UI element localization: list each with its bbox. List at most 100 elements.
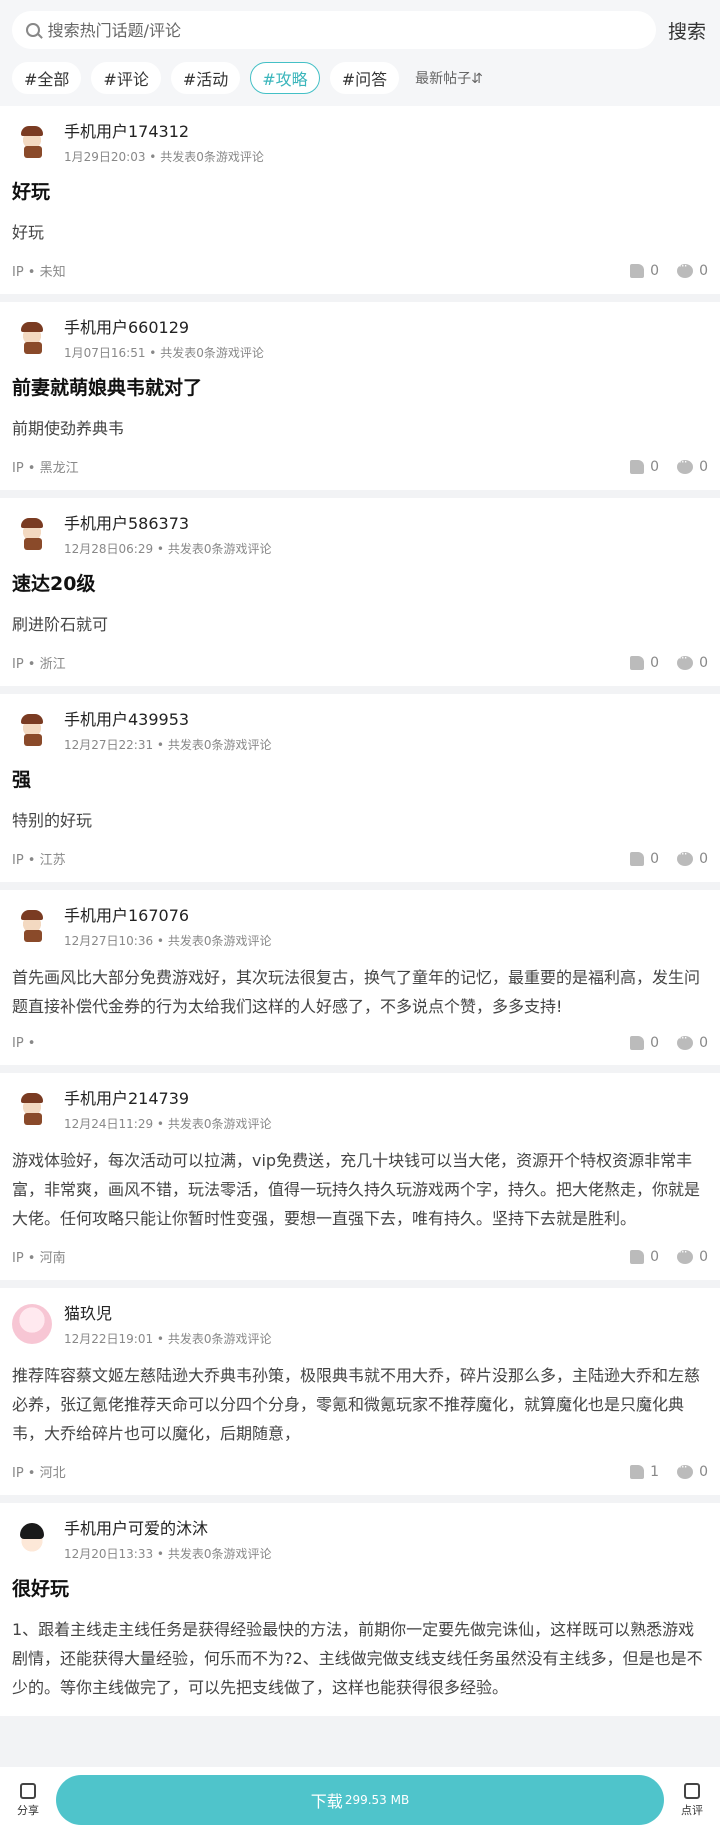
- post-card[interactable]: 猫玖児 12月22日19:01 • 共发表0条游戏评论推荐阵容蔡文姬左慈陆逊大乔典…: [0, 1288, 720, 1495]
- avatar[interactable]: [12, 710, 52, 750]
- bottom-bar: 分享 下载 299.53 MB 点评: [0, 1767, 720, 1833]
- search-input[interactable]: [45, 19, 642, 41]
- like-button[interactable]: 0: [630, 459, 659, 475]
- comment-count: 0: [699, 1035, 708, 1051]
- ip-location: IP • 河南: [12, 1251, 66, 1266]
- comment-button[interactable]: 0: [677, 847, 708, 867]
- post-title: 速达20级: [12, 573, 96, 595]
- search-button[interactable]: 搜索: [668, 17, 706, 44]
- post-body: 首先画风比大部分免费游戏好，其次玩法很复古，换气了童年的记忆，最重要的是福利高，…: [12, 968, 701, 1016]
- user-name[interactable]: 手机用户167076: [64, 902, 271, 926]
- comment-count: 0: [699, 458, 708, 475]
- comment-button[interactable]: 0: [677, 651, 708, 671]
- thumbs-up-icon: [630, 655, 645, 670]
- filter-chip[interactable]: #全部: [12, 62, 82, 94]
- post-footer: IP • 0 0: [12, 1031, 708, 1051]
- user-name[interactable]: 手机用户586373: [64, 510, 271, 534]
- post-footer: IP • 江苏 0 0: [12, 847, 708, 869]
- filter-chip[interactable]: #活动: [170, 62, 241, 94]
- post-meta: 12月20日13:33 • 共发表0条游戏评论: [64, 1547, 272, 1561]
- comment-count: 0: [699, 1463, 708, 1480]
- user-name[interactable]: 手机用户660129: [64, 314, 264, 338]
- comment-icon: [677, 1460, 694, 1479]
- filter-chip[interactable]: #攻略: [250, 62, 320, 94]
- user-name[interactable]: 手机用户439953: [64, 706, 271, 730]
- post-footer: IP • 未知 0 0: [12, 259, 708, 281]
- avatar[interactable]: [12, 906, 52, 946]
- avatar[interactable]: [12, 122, 52, 162]
- avatar[interactable]: [12, 1519, 52, 1559]
- like-count: 0: [650, 458, 660, 475]
- like-button[interactable]: 0: [630, 1035, 659, 1051]
- post-title: 强: [12, 769, 32, 791]
- post-footer: IP • 河北 1 0: [12, 1460, 708, 1482]
- comment-button[interactable]: 0: [677, 259, 708, 279]
- like-button[interactable]: 0: [630, 655, 659, 671]
- user-info: 手机用户660129 1月07日16:51 • 共发表0条游戏评论: [64, 314, 264, 361]
- download-button[interactable]: 下载 299.53 MB: [56, 1775, 664, 1825]
- comment-button[interactable]: 0: [677, 1031, 708, 1051]
- like-count: 0: [650, 262, 660, 279]
- post-header: 手机用户174312 1月29日20:03 • 共发表0条游戏评论: [12, 118, 708, 165]
- post-card[interactable]: 手机用户可爱的沐沐 12月20日13:33 • 共发表0条游戏评论 很好玩 1、跟着主…: [0, 1503, 720, 1716]
- avatar[interactable]: [12, 318, 52, 358]
- post-header: 手机用户439953 12月27日22:31 • 共发表0条游戏评论: [12, 706, 708, 753]
- comment-count: 0: [699, 850, 708, 867]
- user-info: 手机用户439953 12月27日22:31 • 共发表0条游戏评论: [64, 706, 271, 753]
- search-row: 搜索: [12, 10, 708, 50]
- ip-location: IP • 黑龙江: [12, 461, 79, 476]
- comment-button[interactable]: 0: [677, 1245, 708, 1265]
- post-body: 刷进阶石就可: [12, 615, 109, 634]
- post-body: 好玩: [12, 223, 45, 242]
- user-name[interactable]: 手机用户214739: [64, 1085, 271, 1109]
- ip-location: IP • 河北: [12, 1466, 66, 1481]
- user-info: 手机用户586373 12月28日06:29 • 共发表0条游戏评论: [64, 510, 271, 557]
- user-name[interactable]: 猫玖児: [64, 1300, 271, 1324]
- like-button[interactable]: 0: [630, 1249, 659, 1265]
- post-card[interactable]: 手机用户439953 12月27日22:31 • 共发表0条游戏评论强特别的好玩 I…: [0, 694, 720, 882]
- avatar[interactable]: [12, 1304, 52, 1344]
- top-bar: 搜索 #全部 #评论 #活动 #攻略 #问答最新帖子⇵: [0, 0, 720, 106]
- like-button[interactable]: 0: [630, 851, 659, 867]
- post-header: 猫玖児 12月22日19:01 • 共发表0条游戏评论: [12, 1300, 708, 1347]
- like-count: 0: [650, 850, 660, 867]
- search-box[interactable]: [12, 11, 656, 49]
- user-name[interactable]: 手机用户174312: [64, 118, 264, 142]
- post-meta: 12月24日11:29 • 共发表0条游戏评论: [64, 1117, 272, 1131]
- post-card[interactable]: 手机用户660129 1月07日16:51 • 共发表0条游戏评论 前妻就萌娘典韦就…: [0, 302, 720, 490]
- avatar[interactable]: [12, 514, 52, 554]
- review-button[interactable]: 点评: [672, 1782, 712, 1818]
- post-header: 手机用户167076 12月27日10:36 • 共发表0条游戏评论: [12, 902, 708, 949]
- comment-icon: [677, 651, 694, 670]
- post-card[interactable]: 手机用户174312 1月29日20:03 • 共发表0条游戏评论 好玩 好玩 IP •…: [0, 106, 720, 294]
- like-button[interactable]: 0: [630, 263, 659, 279]
- post-body: 特别的好玩: [12, 811, 93, 830]
- post-meta: 12月27日10:36 • 共发表0条游戏评论: [64, 934, 272, 948]
- sort-dropdown[interactable]: 最新帖子⇵: [415, 68, 483, 88]
- avatar[interactable]: [12, 1089, 52, 1129]
- thumbs-up-icon: [630, 1464, 645, 1479]
- post-body: 1、跟着主线走主线任务是获得经验最快的方法，前期你一定要先做完诛仙，这样既可以熟…: [12, 1620, 703, 1697]
- post-body: 游戏体验好，每次活动可以拉满，vip免费送，充几十块钱可以当大佬，资源开个特权资…: [12, 1151, 701, 1228]
- filter-chip[interactable]: #问答: [329, 62, 400, 94]
- filter-chip[interactable]: #评论: [91, 62, 161, 94]
- post-card[interactable]: 手机用户214739 12月24日11:29 • 共发表0条游戏评论游戏体验好，每…: [0, 1073, 720, 1280]
- user-info: 手机用户可爱的沐沐 12月20日13:33 • 共发表0条游戏评论: [64, 1515, 271, 1562]
- comment-button[interactable]: 0: [677, 1460, 708, 1480]
- post-card[interactable]: 手机用户167076 12月27日10:36 • 共发表0条游戏评论首先画风比大部…: [0, 890, 720, 1065]
- post-meta: 1月07日16:51 • 共发表0条游戏评论: [64, 346, 264, 360]
- like-count: 0: [650, 1248, 660, 1265]
- search-icon: [26, 23, 40, 37]
- like-button[interactable]: 1: [630, 1464, 659, 1480]
- share-button[interactable]: 分享: [8, 1782, 48, 1818]
- thumbs-up-icon: [630, 851, 645, 866]
- post-body: 推荐阵容蔡文姬左慈陆逊大乔典韦孙策，极限典韦就不用大乔，碎片没那么多，主陆逊大乔…: [12, 1366, 701, 1443]
- post-header: 手机用户586373 12月28日06:29 • 共发表0条游戏评论: [12, 510, 708, 557]
- post-header: 手机用户660129 1月07日16:51 • 共发表0条游戏评论: [12, 314, 708, 361]
- share-icon: [20, 1782, 36, 1799]
- review-label: 点评: [681, 1803, 703, 1817]
- post-footer: IP • 黑龙江 0 0: [12, 455, 708, 477]
- user-name[interactable]: 手机用户可爱的沐沐: [64, 1515, 271, 1539]
- post-card[interactable]: 手机用户586373 12月28日06:29 • 共发表0条游戏评论速达20级刷进…: [0, 498, 720, 686]
- comment-button[interactable]: 0: [677, 455, 708, 475]
